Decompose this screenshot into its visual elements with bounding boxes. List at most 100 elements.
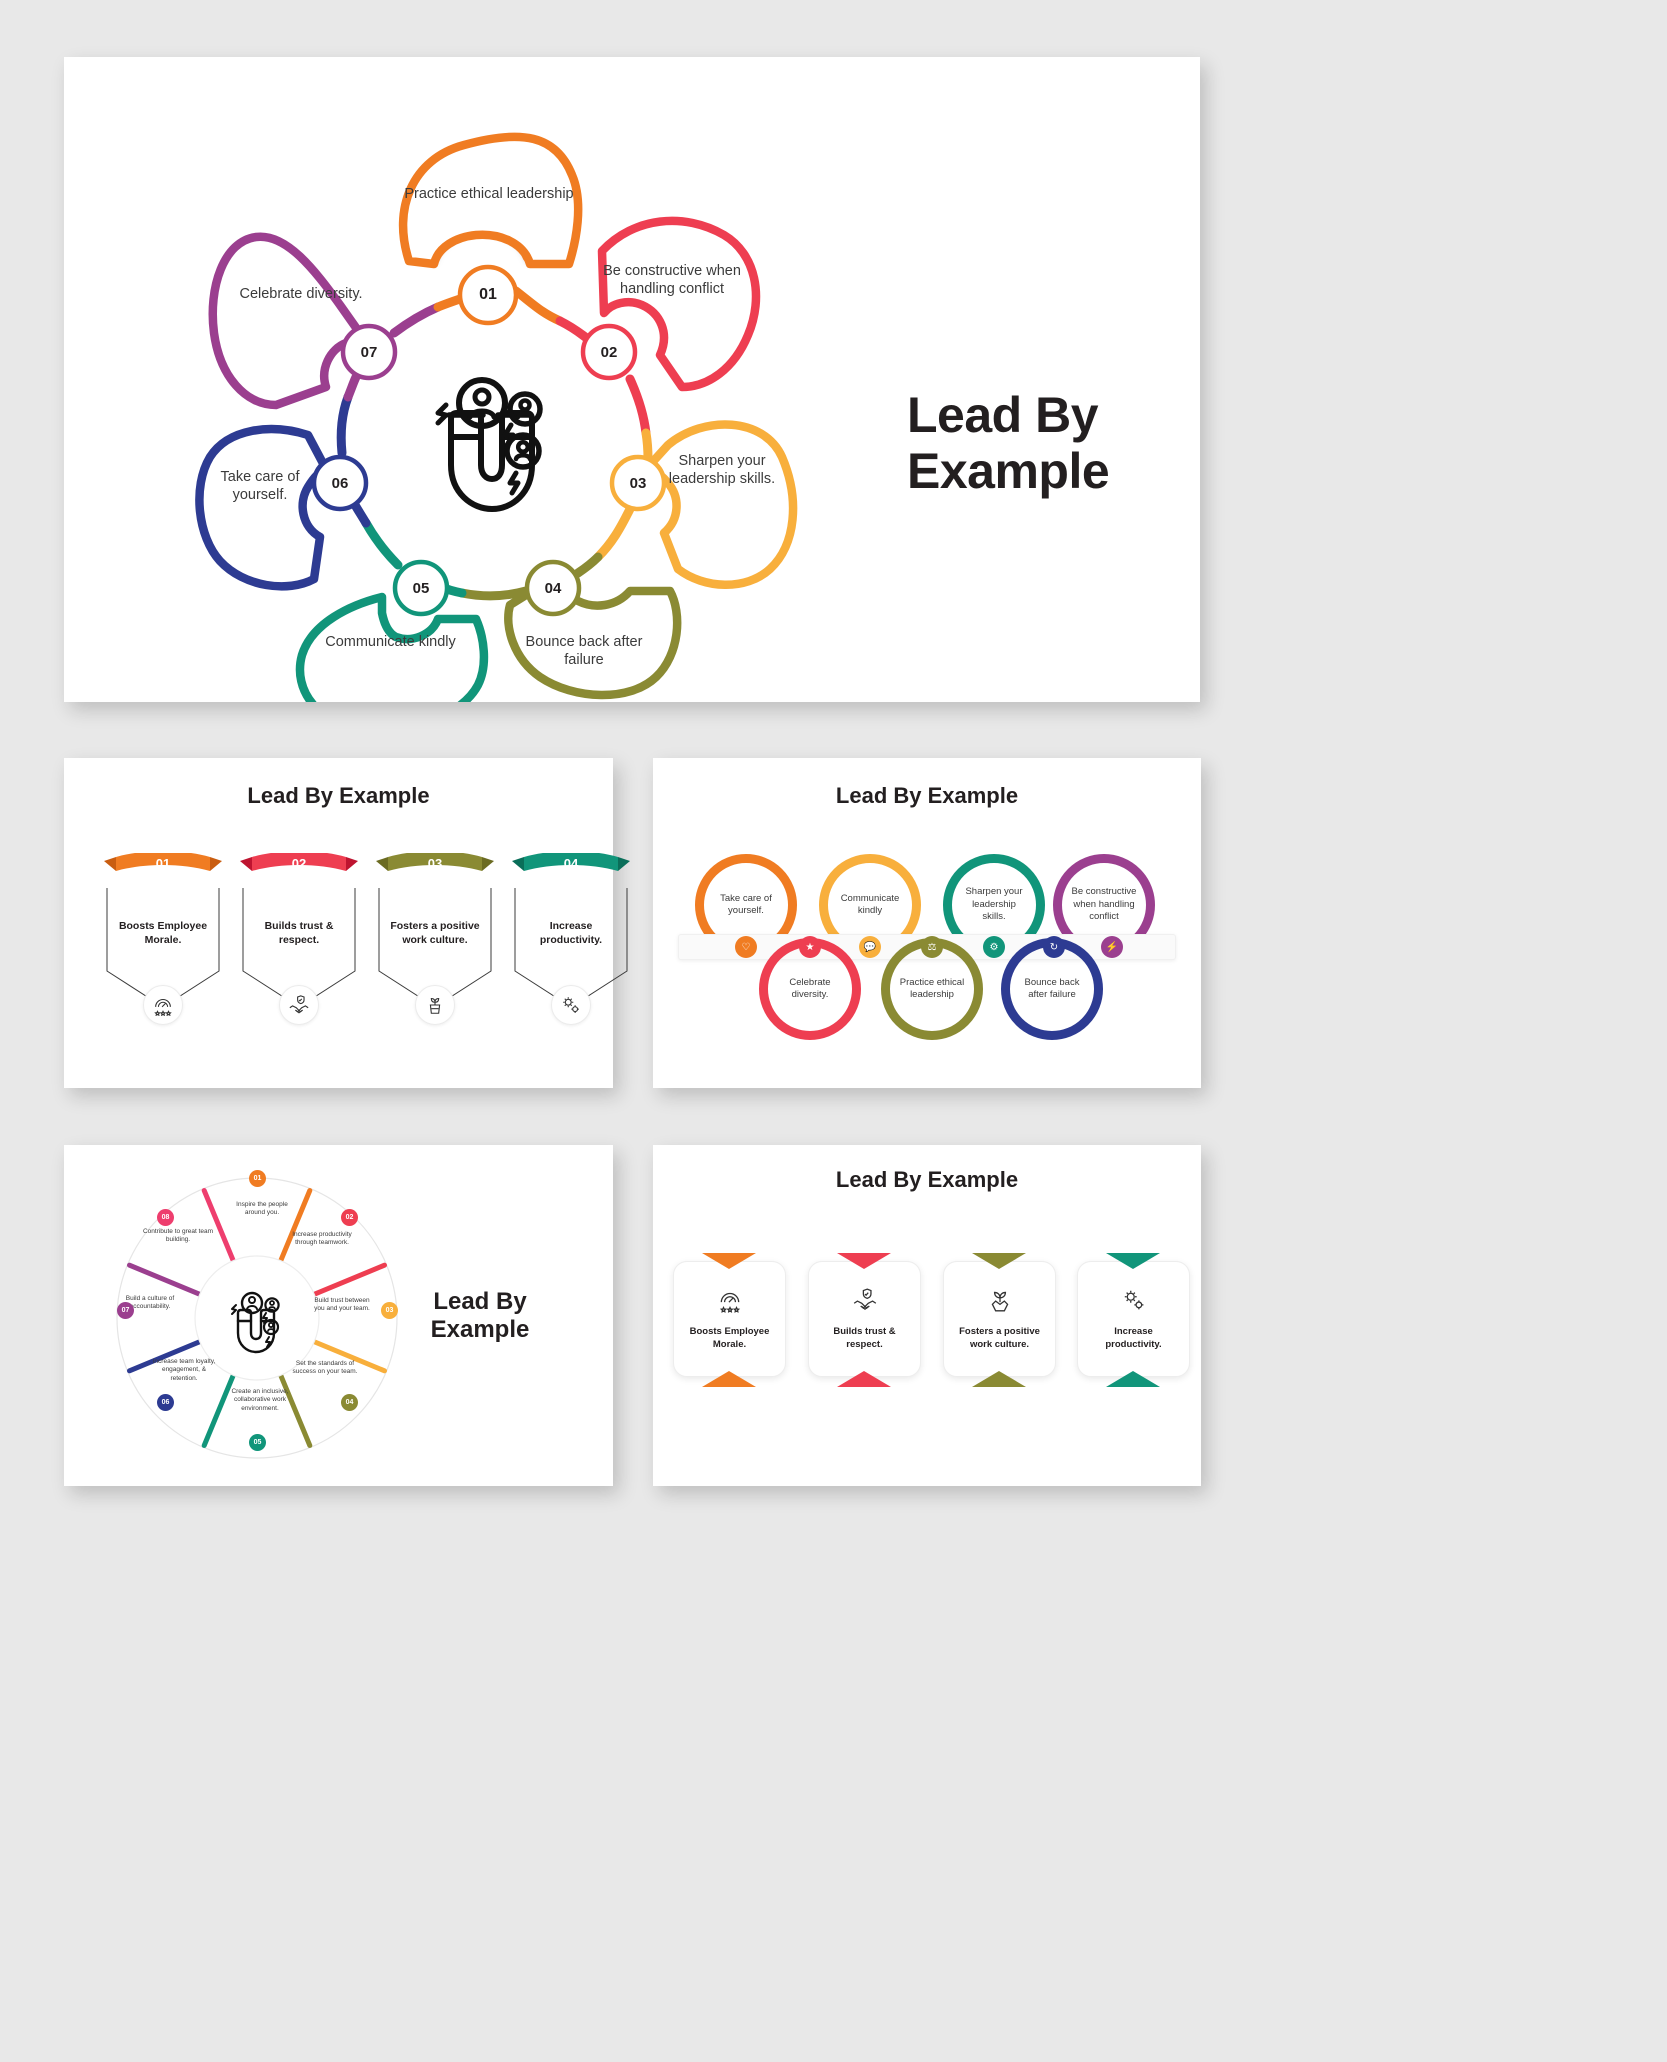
gear-arc-06 [573,552,603,578]
ring-top-label-1: Take care of yourself. [720,892,772,916]
wheel-title-line1: Lead By [433,1288,527,1315]
hexagon-card-02[interactable]: 02 Builds trust & respect. [240,851,358,1025]
hero-petal-label-04: Bounce back after failure [525,634,643,669]
heart-hand-icon[interactable]: ♡ [735,936,757,958]
hexagon-text-02: Builds trust & respect. [264,920,334,947]
hexagon-body-03: Fosters a positive work culture. [376,885,494,1025]
wheel-label-01: Inspire the people around you. [236,1201,288,1217]
card-chevron-top-1 [702,1253,756,1269]
petal-shape-03 [643,420,798,589]
hexagon-text-04: Increase productivity. [539,920,603,947]
hands-plant-icon [987,1287,1013,1318]
wheel-num-04[interactable]: 04 [341,1394,358,1411]
gauge-stars-icon [717,1287,743,1318]
ring-top-label-4: Be constructive when handling conflict [1071,886,1137,923]
wheel-label-06: Increase team loyalty, engagement, & ret… [152,1358,216,1382]
rings-slide-title: Lead By Example [835,783,1019,808]
gear-arc-13 [389,302,443,338]
gear-arc-02 [555,316,593,344]
wheel-num-01[interactable]: 01 [249,1170,266,1187]
hero-badge-label-07: 07 [360,343,378,361]
gear-arc-12 [343,372,361,402]
card-chevron-top-4 [1106,1253,1160,1269]
hero-badge-07[interactable]: 07 [347,330,391,374]
ring-top-label-3: Sharpen your leadership skills. [965,886,1023,923]
info-card-3[interactable]: Fosters a positive work culture. [943,1261,1056,1377]
wheel-num-07[interactable]: 07 [117,1302,134,1319]
card-chevron-bottom-3 [972,1371,1026,1387]
bounce-icon[interactable]: ↻ [1043,936,1065,958]
gear-arc-03 [625,374,651,438]
hero-badge-label-06: 06 [331,474,349,492]
wheel-label-03: Build trust between you and your team. [314,1297,370,1313]
wheel-num-02[interactable]: 02 [341,1209,358,1226]
chat-bubbles-icon[interactable]: 💬 [859,936,881,958]
hero-title-line1: Lead By [907,387,1099,443]
hexagon-card-01[interactable]: 01 Boosts Employee Morale. [104,851,222,1025]
diversity-icon[interactable]: ★ [799,936,821,958]
info-card-1[interactable]: Boosts Employee Morale. [673,1261,786,1377]
wheel-label-08: Contribute to great team building. [142,1228,214,1244]
hero-petal-label-01: Practice ethical leadership [404,186,574,202]
gears-growth-icon [551,985,591,1025]
handshake-shield-icon [852,1287,878,1318]
wheel-slide-title: Lead By Example [395,1288,565,1343]
gear-arc-01 [511,286,565,326]
handshake-shield-icon [279,985,319,1025]
wheel-num-05[interactable]: 05 [249,1434,266,1451]
info-card-4[interactable]: Increase productivity. [1077,1261,1190,1377]
ethics-icon[interactable]: ⚖ [921,936,943,958]
hero-badge-05[interactable]: 05 [399,566,443,610]
cards-slide-title: Lead By Example [835,1167,1019,1192]
gear-arc-11 [336,392,353,458]
hexagon-slide: Lead By Example 01 Boosts Employee Moral… [64,758,630,1088]
hexagon-card-04[interactable]: 04 Increase productivity. [512,851,630,1025]
hero-badge-03[interactable]: 03 [616,461,660,505]
hero-title: Lead By Example [907,387,1167,499]
petal-shape-07 [208,232,369,410]
hero-badge-label-03: 03 [629,474,647,492]
conflict-icon[interactable]: ⚡ [1101,936,1123,958]
card-chevron-bottom-2 [837,1371,891,1387]
ring-bottom-label-2: Practice ethical leadership [899,976,965,1000]
hexagon-text-01: Boosts Employee Morale. [118,920,208,947]
info-card-2[interactable]: Builds trust & respect. [808,1261,921,1377]
hero-petal-label-03: Sharpen your leadership skills. [668,453,776,488]
hero-badge-label-01: 01 [479,286,497,303]
hero-badge-04[interactable]: 04 [531,566,575,610]
info-card-text-2: Builds trust & respect. [833,1325,896,1350]
hexagon-text-03: Fosters a positive work culture. [390,920,480,947]
hero-badge-01[interactable]: 01 [464,271,512,319]
ring-top-label-2: Communicate kindly [840,892,900,916]
hero-badge-02[interactable]: 02 [587,330,631,374]
hero-slide: 01 02 03 04 05 06 07 Practice ethical le… [64,57,1200,702]
gear-arc-07 [457,586,531,601]
hexagon-card-03[interactable]: 03 Fosters a positive work culture. [376,851,494,1025]
wheel-title-line2: Example [430,1315,530,1343]
hexagon-body-01: Boosts Employee Morale. [104,885,222,1025]
hero-petal-label-02: Be constructive when handling conflict [603,263,741,298]
ribbon-num-02: 02 [291,856,307,871]
hexagon-slide-title: Lead By Example [247,783,430,808]
ring-bottom-label-3: Bounce back after failure [1024,976,1080,1000]
gauge-stars-icon [143,985,183,1025]
gear-arc-14 [433,294,465,312]
ring-bottom-label-1: Celebrate diversity. [789,976,831,1000]
card-chevron-top-3 [972,1253,1026,1269]
cards-slide: Lead By Example Boosts Employee Morale. … [653,1145,1201,1486]
hero-badge-06[interactable]: 06 [318,461,362,505]
gears-growth-icon [1121,1287,1147,1318]
hero-petal-label-06: Take care of yourself. [220,469,300,504]
hero-badge-label-02: 02 [600,343,618,361]
skills-icon[interactable]: ⚙ [983,936,1005,958]
wheel-label-02: Increase productivity through teamwork. [292,1231,352,1247]
ribbon-04: 04 [512,851,630,885]
magnet-people-icon [435,377,543,512]
info-card-text-1: Boosts Employee Morale. [689,1325,770,1350]
hero-title-line2: Example [907,443,1110,499]
wheel-num-06[interactable]: 06 [157,1394,174,1411]
wheel-num-08[interactable]: 08 [157,1209,174,1226]
ribbon-num-03: 03 [427,856,443,871]
rings-slide: Lead By Example Take care of yourself. C… [653,758,1201,1088]
gear-arc-04 [641,428,653,464]
